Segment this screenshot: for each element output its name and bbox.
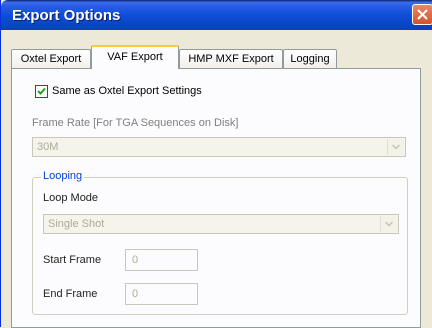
loop-mode-label: Loop Mode xyxy=(43,192,99,204)
loop-mode-select[interactable]: Single Shot xyxy=(43,214,399,234)
window-title: Export Options xyxy=(12,7,121,24)
start-frame-label: Start Frame xyxy=(43,254,102,266)
start-frame-value: 0 xyxy=(132,254,139,266)
tab-label: Oxtel Export xyxy=(20,53,82,65)
close-icon xyxy=(417,9,428,20)
frame-rate-value: 30M xyxy=(37,141,59,153)
end-frame-label: End Frame xyxy=(43,288,98,300)
frame-rate-dropdown-button[interactable] xyxy=(387,139,404,155)
tab-hmp-mxf-export[interactable]: HMP MXF Export xyxy=(179,49,283,68)
checkmark-icon xyxy=(37,87,46,95)
title-bar[interactable]: Export Options xyxy=(1,0,432,30)
tab-oxtel-export[interactable]: Oxtel Export xyxy=(11,49,91,68)
export-options-dialog: Export Options Oxtel Export VAF Export H… xyxy=(0,0,432,328)
tab-label: VAF Export xyxy=(107,51,163,63)
vaf-export-panel: Same as Oxtel Export Settings Frame Rate… xyxy=(11,68,421,328)
chevron-down-icon xyxy=(392,144,400,150)
frame-rate-label: Frame Rate [For TGA Sequences on Disk] xyxy=(32,117,239,129)
tab-label: HMP MXF Export xyxy=(188,53,274,65)
start-frame-input[interactable]: 0 xyxy=(125,249,198,271)
end-frame-value: 0 xyxy=(132,288,139,300)
frame-rate-select[interactable]: 30M xyxy=(32,137,406,157)
same-as-oxtel-checkbox[interactable] xyxy=(35,85,48,98)
loop-mode-value: Single Shot xyxy=(48,218,105,230)
close-button[interactable] xyxy=(412,4,432,25)
loop-mode-dropdown-button[interactable] xyxy=(380,216,397,232)
end-frame-input[interactable]: 0 xyxy=(125,283,198,305)
same-as-oxtel-label: Same as Oxtel Export Settings xyxy=(52,85,202,97)
looping-group: Looping Loop Mode Single Shot Start Fram… xyxy=(32,170,408,315)
chevron-down-icon xyxy=(385,221,393,227)
tab-label: Logging xyxy=(290,53,330,65)
tab-vaf-export[interactable]: VAF Export xyxy=(91,45,179,69)
tab-logging[interactable]: Logging xyxy=(283,49,337,68)
looping-legend: Looping xyxy=(41,170,85,182)
